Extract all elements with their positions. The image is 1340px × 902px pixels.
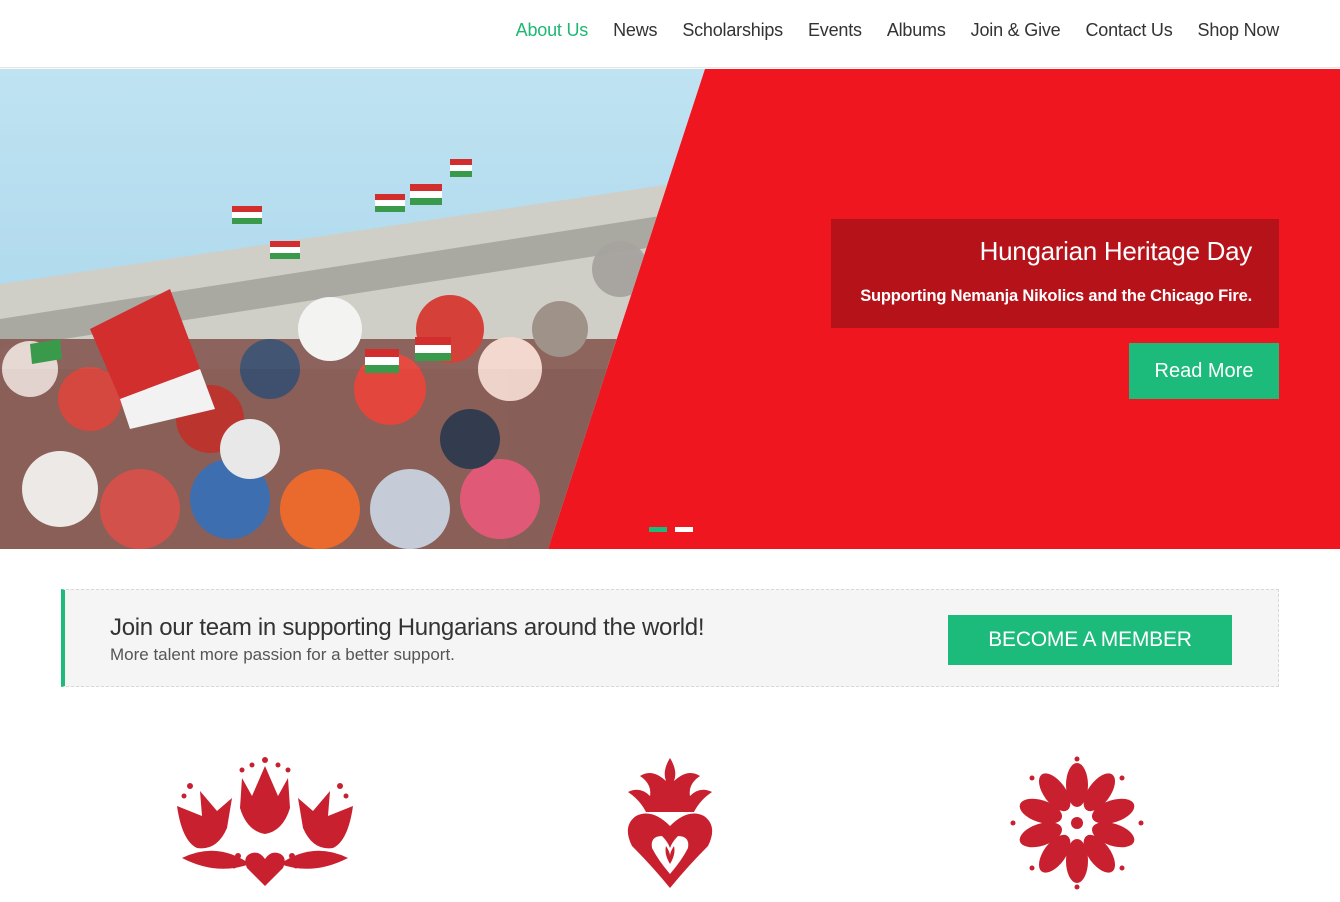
slide-dot-1[interactable] [649, 527, 667, 532]
tulip-folk-motif-icon [177, 757, 353, 886]
nav-item-scholarships[interactable]: Scholarships [682, 20, 783, 41]
nav-item-events[interactable]: Events [808, 20, 862, 41]
slide-caption: Hungarian Heritage Day Supporting Nemanj… [831, 219, 1279, 328]
slide-dot-2[interactable] [675, 527, 693, 532]
hero-slider: Hungarian Heritage Day Supporting Nemanj… [0, 69, 1340, 549]
main-menu: About Us News Scholarships Events Albums… [491, 20, 1280, 41]
callout-title: Join our team in supporting Hungarians a… [110, 614, 705, 641]
nav-item-about-us[interactable]: About Us [516, 20, 589, 41]
slide-subtitle: Supporting Nemanja Nikolics and the Chic… [860, 287, 1252, 305]
flower-folk-motif-icon [1010, 756, 1144, 890]
nav-item-join-give[interactable]: Join & Give [971, 20, 1061, 41]
nav-item-contact-us[interactable]: Contact Us [1086, 20, 1173, 41]
top-navigation: About Us News Scholarships Events Albums… [0, 0, 1340, 68]
callout-subtitle: More talent more passion for a better su… [110, 645, 455, 664]
slide-title: Hungarian Heritage Day [979, 236, 1253, 266]
nav-item-shop-now[interactable]: Shop Now [1198, 20, 1280, 41]
membership-callout: Join our team in supporting Hungarians a… [61, 589, 1279, 687]
nav-item-news[interactable]: News [613, 20, 657, 41]
slider-pagination [649, 527, 693, 532]
nav-item-albums[interactable]: Albums [887, 20, 946, 41]
read-more-button[interactable]: Read More [1129, 343, 1279, 399]
become-member-button[interactable]: BECOME A MEMBER [948, 615, 1232, 665]
heart-flame-folk-motif-icon [627, 758, 713, 888]
